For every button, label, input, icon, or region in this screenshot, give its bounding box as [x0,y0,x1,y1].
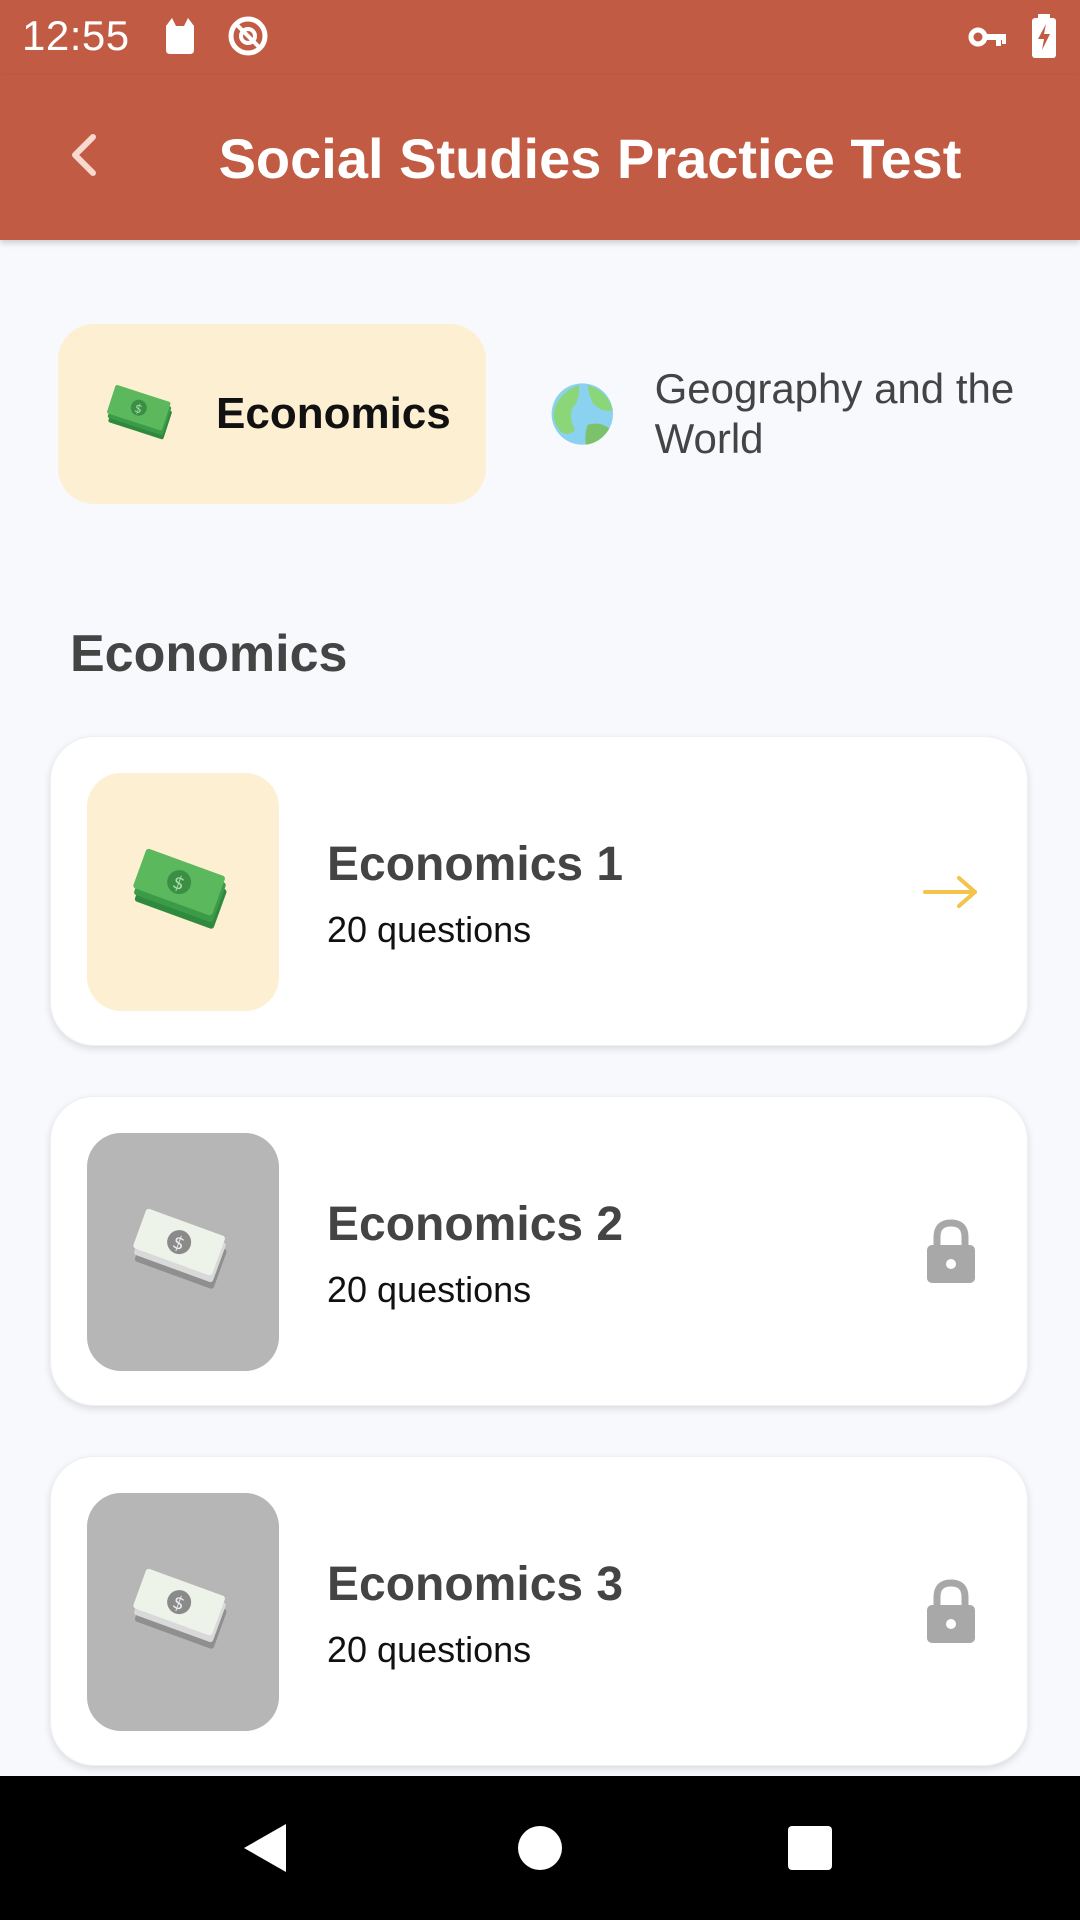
tab-geography[interactable]: Geography and the World [548,324,1080,504]
nav-home-button[interactable] [508,1816,572,1880]
test-title: Economics 1 [327,838,624,891]
globe-icon [551,383,613,445]
status-time: 12:55 [22,12,130,59]
triangle-back-icon [244,1824,286,1872]
square-recents-icon [788,1826,832,1870]
nav-recents-button[interactable] [778,1816,842,1880]
main-content: $ Economics Geography and the World Econ… [0,240,1080,1776]
money-icon: $ [133,1568,227,1649]
app-bar: Social Studies Practice Test [0,75,1080,240]
nav-back-button[interactable] [234,1816,298,1880]
arrow-right-icon [923,876,977,908]
money-icon: $ [133,848,227,929]
test-card-economics-3[interactable]: $ Economics 3 20 questions [50,1456,1028,1766]
test-thumbnail: $ [87,1133,279,1371]
start-test-button[interactable] [911,852,991,932]
tab-economics-label: Economics [216,389,451,438]
test-question-count: 20 questions [327,1269,532,1310]
money-icon: $ [107,384,172,440]
test-title: Economics 3 [327,1558,624,1611]
test-thumbnail: $ [87,1493,279,1731]
circle-home-icon [518,1826,562,1870]
category-tabs: $ Economics Geography and the World [58,324,1080,504]
status-bar: 12:55 [0,0,1080,75]
cat-notification-icon [160,16,200,61]
test-thumbnail: $ [87,773,279,1011]
test-question-count: 20 questions [327,909,532,950]
section-title: Economics [70,625,348,683]
tab-geography-label: Geography and the World [654,365,1015,462]
battery-charging-icon [1030,14,1058,63]
data-saver-icon [226,14,270,63]
lock-icon [927,1219,975,1283]
lock-icon [927,1579,975,1643]
locked-indicator [911,1572,991,1652]
vpn-key-icon [968,22,1008,57]
locked-indicator [911,1212,991,1292]
money-icon: $ [133,1208,227,1289]
test-card-economics-2[interactable]: $ Economics 2 20 questions [50,1096,1028,1406]
page-title: Social Studies Practice Test [218,127,962,190]
system-nav-bar [0,1776,1080,1920]
test-title: Economics 2 [327,1198,624,1251]
test-card-economics-1[interactable]: $ Economics 1 20 questions [50,736,1028,1046]
tab-economics[interactable]: $ Economics [58,324,486,504]
test-question-count: 20 questions [327,1629,532,1670]
